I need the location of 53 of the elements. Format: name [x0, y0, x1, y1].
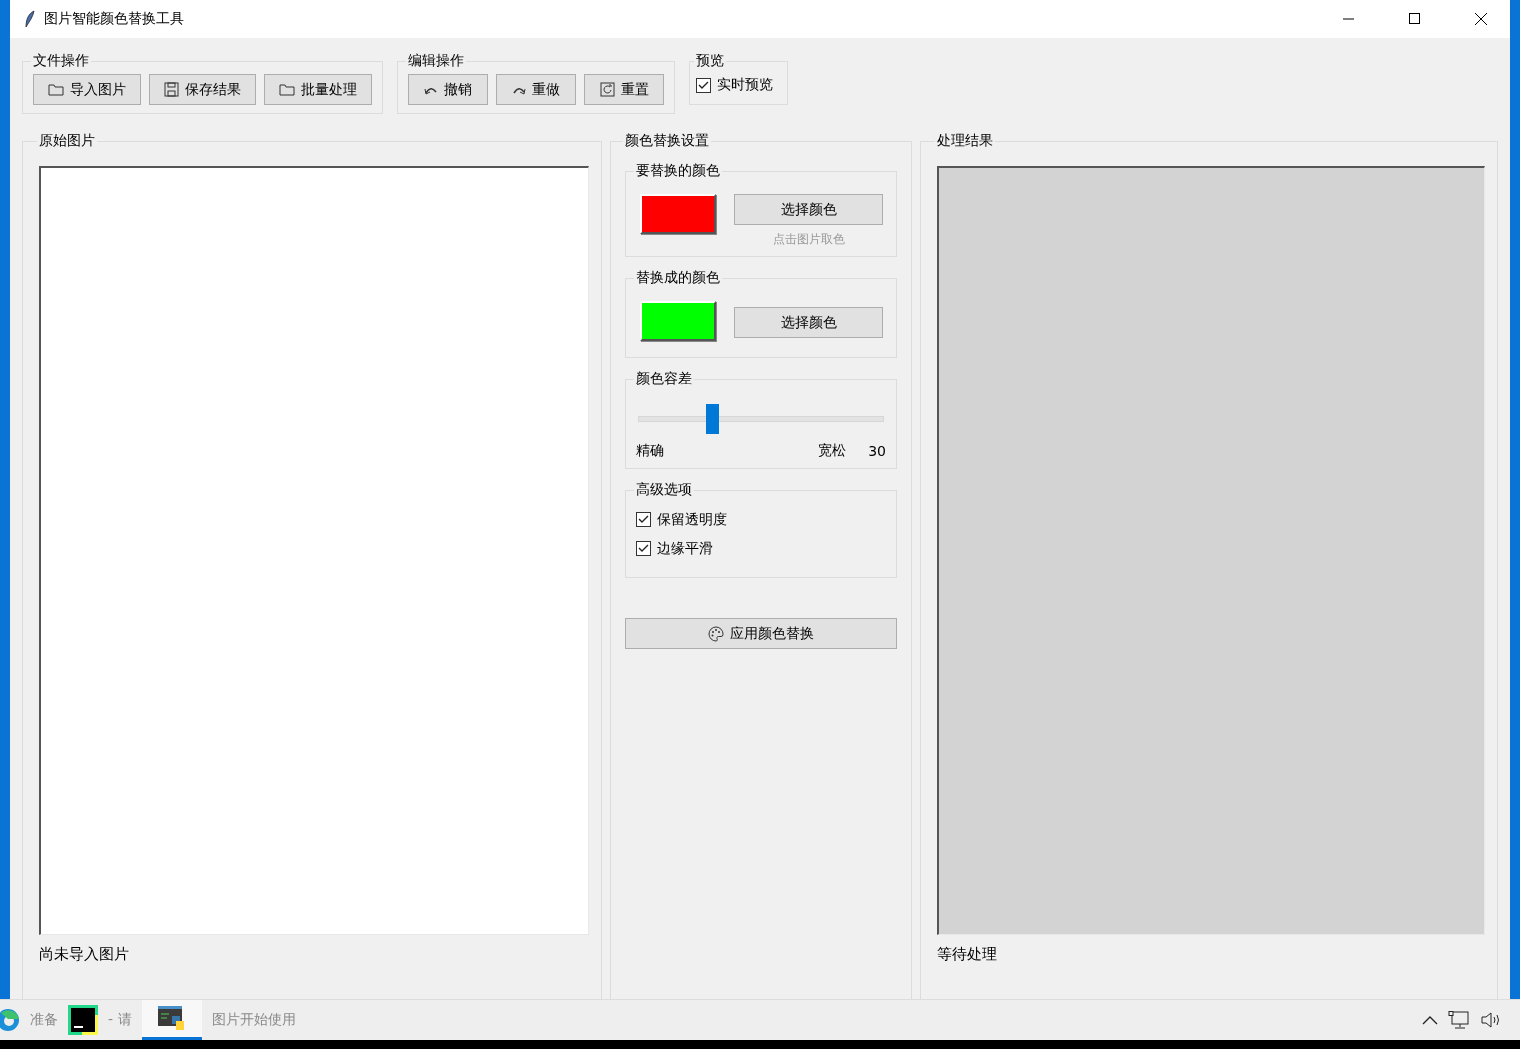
- checkbox-label: 实时预览: [717, 76, 773, 94]
- panel-title: 原始图片: [38, 132, 96, 150]
- group-title: 要替换的颜色: [635, 162, 721, 180]
- checkbox-label: 边缘平滑: [657, 539, 713, 558]
- python-app-icon: [157, 1005, 186, 1032]
- toolbar-button[interactable]: 导入图片: [33, 74, 141, 105]
- group-title: 编辑操作: [407, 52, 465, 70]
- checkbox[interactable]: [636, 512, 651, 527]
- slider-thumb[interactable]: [705, 404, 719, 434]
- maximize-icon[interactable]: [1409, 13, 1421, 25]
- choose-color-button[interactable]: 选择颜色: [734, 307, 883, 338]
- status-text: 等待处理: [937, 945, 998, 964]
- close-icon[interactable]: [1475, 13, 1487, 25]
- status-text: 图片开始使用: [211, 1011, 296, 1029]
- window-title: 图片智能颜色替换工具: [44, 10, 185, 28]
- color-swatch[interactable]: [640, 301, 716, 341]
- apply-button[interactable]: 应用颜色替换: [625, 618, 897, 649]
- group-title: 颜色容差: [635, 370, 693, 388]
- status-text: 准备: [30, 1011, 58, 1029]
- palette-icon: [708, 625, 724, 642]
- scale-label: 宽松: [818, 442, 847, 460]
- status-text: 尚未导入图片: [39, 945, 130, 964]
- ide-icon[interactable]: [68, 1005, 98, 1035]
- group-title: 高级选项: [635, 481, 693, 499]
- scale-label: 精确: [636, 442, 664, 460]
- feather-icon: [24, 10, 36, 28]
- toolbar-button[interactable]: 撤销: [408, 74, 488, 105]
- checkbox-label: 保留透明度: [657, 510, 727, 529]
- speaker-icon[interactable]: [1480, 1011, 1502, 1029]
- checkbox[interactable]: [696, 77, 711, 93]
- status-text: - 请: [108, 1011, 132, 1029]
- folder-icon: [48, 83, 64, 96]
- panel-title: 处理结果: [936, 132, 994, 150]
- taskbar-app[interactable]: [141, 1000, 202, 1040]
- hint-text: 点击图片取色: [772, 231, 845, 248]
- toolbar-button[interactable]: 保存结果: [149, 74, 256, 105]
- group-title: 替换成的颜色: [635, 269, 721, 287]
- color-swatch[interactable]: [640, 194, 716, 234]
- panel-title: 颜色替换设置: [624, 132, 710, 150]
- toolbar-button[interactable]: 重做: [496, 74, 576, 105]
- tolerance-slider[interactable]: [638, 404, 884, 434]
- group-title: 文件操作: [32, 52, 90, 70]
- refresh-icon: [599, 82, 615, 97]
- tolerance-value: 30: [868, 443, 886, 459]
- toolbar-button[interactable]: 重置: [584, 74, 664, 105]
- toolbar-button[interactable]: 批量处理: [264, 74, 372, 105]
- folder-icon: [279, 83, 295, 96]
- choose-color-button[interactable]: 选择颜色: [734, 194, 883, 225]
- browser-icon[interactable]: [0, 1007, 20, 1033]
- group-title: 预览: [695, 52, 725, 70]
- checkbox[interactable]: [636, 541, 651, 556]
- network-icon[interactable]: [1448, 1011, 1470, 1029]
- chevron-up-icon[interactable]: [1422, 1015, 1438, 1025]
